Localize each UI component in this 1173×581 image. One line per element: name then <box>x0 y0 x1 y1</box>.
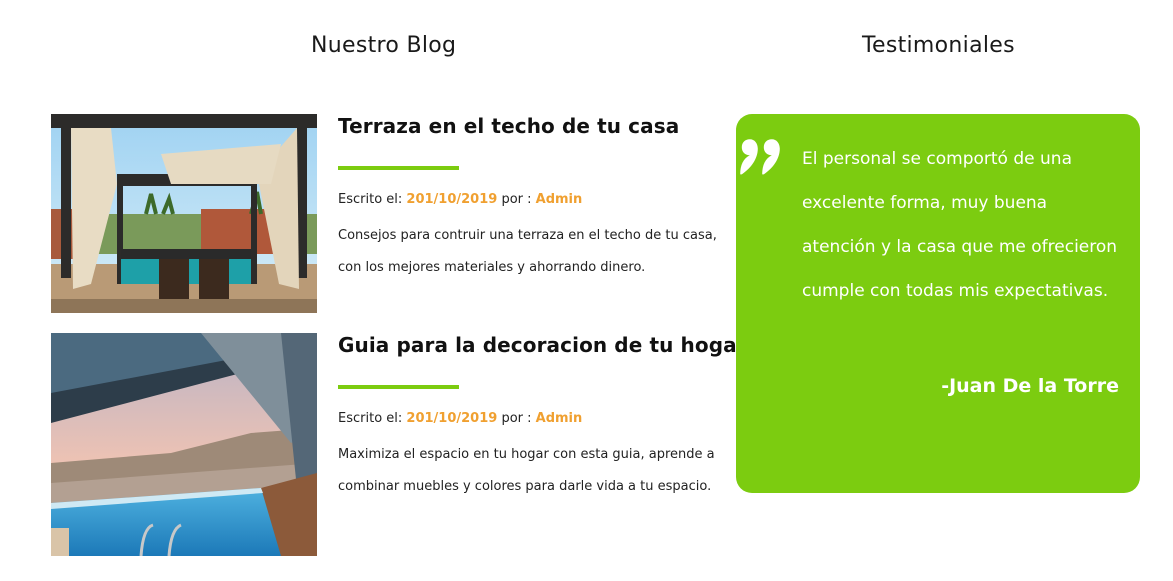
terrace-post-image[interactable] <box>51 114 317 313</box>
post-excerpt: Consejos para contruir una terraza en el… <box>338 228 717 275</box>
blog-post-card: Guia para la decoracion de tu hogar Escr… <box>51 333 747 556</box>
blog-post-card: Terraza en el techo de tu casa Escrito e… <box>51 114 731 314</box>
post-meta: Escrito el: 201/10/2019 por : Admin <box>338 192 733 207</box>
post-date: 201/10/2019 <box>406 411 498 426</box>
post-title-link[interactable]: Guia para la decoracion de tu hogar <box>338 333 747 357</box>
pool-post-image[interactable] <box>51 333 317 556</box>
written-label: Escrito el: <box>338 411 407 426</box>
title-divider <box>338 166 459 170</box>
by-label: por : <box>497 411 536 426</box>
testimonial-quote: El personal se comportó de una excelente… <box>802 149 1118 301</box>
post-excerpt: Maximiza el espacio en tu hogar con esta… <box>338 447 715 494</box>
quote-icon <box>740 139 780 175</box>
post-author-link[interactable]: Admin <box>536 411 583 426</box>
testimonial-author: -Juan De la Torre <box>941 375 1119 397</box>
testimonials-section-title: Testimoniales <box>862 33 1015 58</box>
blog-section-title: Nuestro Blog <box>311 33 457 58</box>
by-label: por : <box>497 192 536 207</box>
post-date: 201/10/2019 <box>406 192 498 207</box>
post-meta: Escrito el: 201/10/2019 por : Admin <box>338 411 733 426</box>
post-author-link[interactable]: Admin <box>536 192 583 207</box>
title-divider <box>338 385 459 389</box>
written-label: Escrito el: <box>338 192 407 207</box>
testimonial-card: El personal se comportó de una excelente… <box>736 114 1140 493</box>
post-title-link[interactable]: Terraza en el techo de tu casa <box>338 114 733 138</box>
